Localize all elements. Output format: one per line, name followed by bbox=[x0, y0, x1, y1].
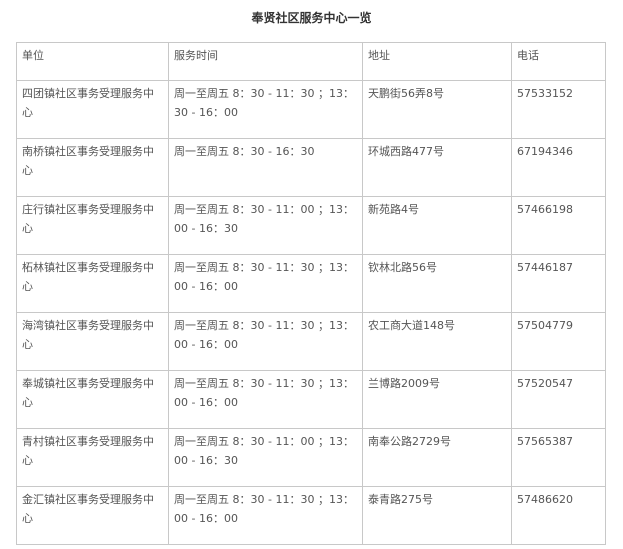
phone-cell: 57520547 bbox=[511, 370, 606, 429]
unit-cell: 柘林镇社区事务受理服务中心 bbox=[16, 254, 169, 313]
unit-cell: 金汇镇社区事务受理服务中心 bbox=[16, 486, 169, 545]
table-row: 奉城镇社区事务受理服务中心 周一至周五 8：30 - 11：30 ；13：00 … bbox=[16, 370, 606, 429]
unit-cell: 奉城镇社区事务受理服务中心 bbox=[16, 370, 169, 429]
table-header-row: 单位 服务时间 地址 电话 bbox=[16, 42, 606, 81]
address-cell: 兰博路2009号 bbox=[362, 370, 512, 429]
table-row: 海湾镇社区事务受理服务中心 周一至周五 8：30 - 11：30 ；13：00 … bbox=[16, 312, 606, 371]
table-row: 金汇镇社区事务受理服务中心 周一至周五 8：30 - 11：30 ；13：00 … bbox=[16, 486, 606, 545]
hours-cell: 周一至周五 8：30 - 11：30 ；13：00 - 16：00 bbox=[168, 312, 363, 371]
column-header-unit: 单位 bbox=[16, 42, 169, 81]
address-cell: 新苑路4号 bbox=[362, 196, 512, 255]
unit-cell: 南桥镇社区事务受理服务中心 bbox=[16, 138, 169, 197]
column-header-address: 地址 bbox=[362, 42, 512, 81]
column-header-phone: 电话 bbox=[511, 42, 606, 81]
address-cell: 天鹏街56弄8号 bbox=[362, 80, 512, 139]
hours-cell: 周一至周五 8：30 - 11：00 ；13：00 - 16：30 bbox=[168, 428, 363, 487]
table-row: 四团镇社区事务受理服务中心 周一至周五 8：30 - 11：30 ；13：30 … bbox=[16, 80, 606, 139]
phone-cell: 57446187 bbox=[511, 254, 606, 313]
table-row: 庄行镇社区事务受理服务中心 周一至周五 8：30 - 11：00 ；13：00 … bbox=[16, 196, 606, 255]
table-row: 柘林镇社区事务受理服务中心 周一至周五 8：30 - 11：30 ；13：00 … bbox=[16, 254, 606, 313]
phone-cell: 57486620 bbox=[511, 486, 606, 545]
address-cell: 环城西路477号 bbox=[362, 138, 512, 197]
column-header-hours: 服务时间 bbox=[168, 42, 363, 81]
page-title: 奉贤社区服务中心一览 bbox=[251, 11, 372, 25]
unit-cell: 庄行镇社区事务受理服务中心 bbox=[16, 196, 169, 255]
hours-cell: 周一至周五 8：30 - 11：30 ；13：00 - 16：00 bbox=[168, 486, 363, 545]
phone-cell: 57504779 bbox=[511, 312, 606, 371]
phone-cell: 57533152 bbox=[511, 80, 606, 139]
hours-cell: 周一至周五 8：30 - 11：00 ；13：00 - 16：30 bbox=[168, 196, 363, 255]
address-cell: 泰青路275号 bbox=[362, 486, 512, 545]
address-cell: 南奉公路2729号 bbox=[362, 428, 512, 487]
phone-cell: 57565387 bbox=[511, 428, 606, 487]
service-center-table: 单位 服务时间 地址 电话 四团镇社区事务受理服务中心 周一至周五 8：30 -… bbox=[16, 42, 606, 545]
phone-cell: 57466198 bbox=[511, 196, 606, 255]
address-cell: 农工商大道148号 bbox=[362, 312, 512, 371]
hours-cell: 周一至周五 8：30 - 11：30 ；13：30 - 16：00 bbox=[168, 80, 363, 139]
table-row: 青村镇社区事务受理服务中心 周一至周五 8：30 - 11：00 ；13：00 … bbox=[16, 428, 606, 487]
phone-cell: 67194346 bbox=[511, 138, 606, 197]
hours-cell: 周一至周五 8：30 - 11：30 ；13：00 - 16：00 bbox=[168, 370, 363, 429]
address-cell: 钦林北路56号 bbox=[362, 254, 512, 313]
table-row: 南桥镇社区事务受理服务中心 周一至周五 8：30 - 16：30 环城西路477… bbox=[16, 138, 606, 197]
unit-cell: 四团镇社区事务受理服务中心 bbox=[16, 80, 169, 139]
unit-cell: 青村镇社区事务受理服务中心 bbox=[16, 428, 169, 487]
hours-cell: 周一至周五 8：30 - 11：30 ；13：00 - 16：00 bbox=[168, 254, 363, 313]
unit-cell: 海湾镇社区事务受理服务中心 bbox=[16, 312, 169, 371]
hours-cell: 周一至周五 8：30 - 16：30 bbox=[168, 138, 363, 197]
